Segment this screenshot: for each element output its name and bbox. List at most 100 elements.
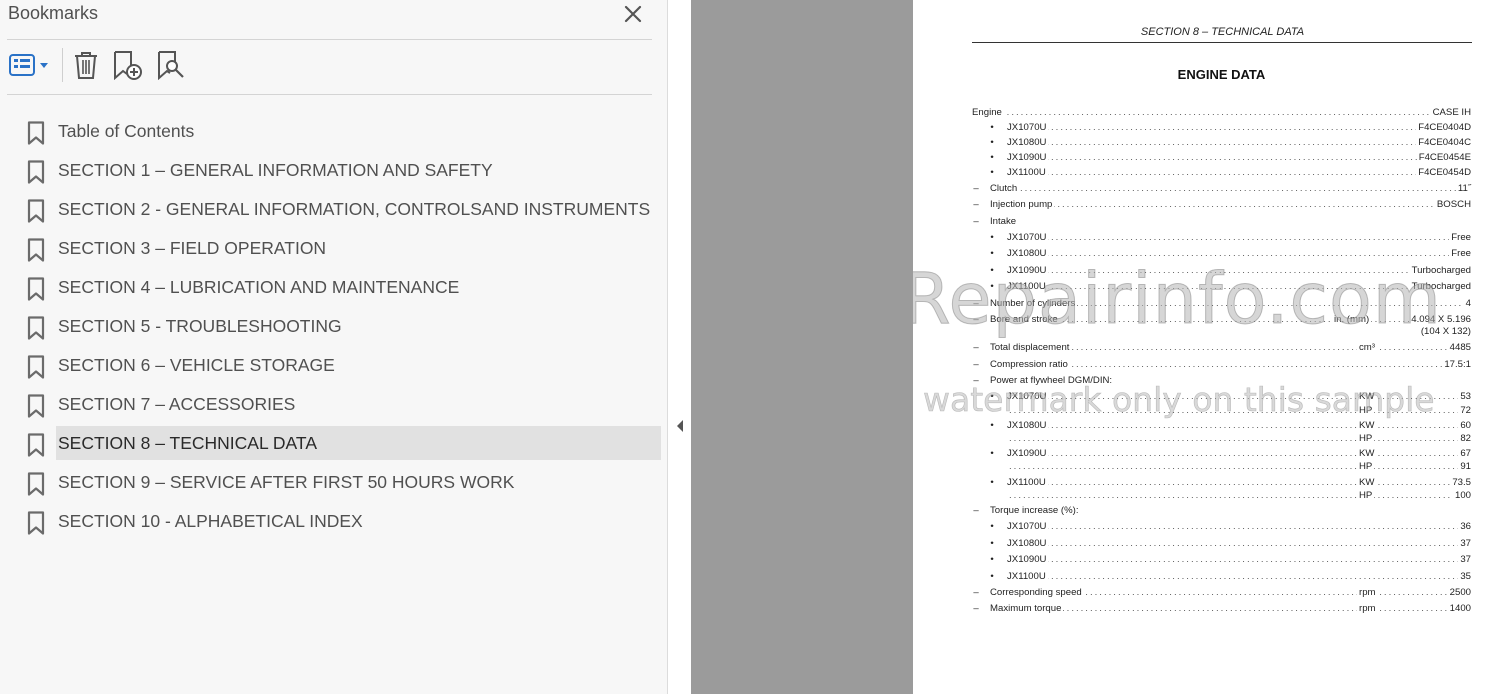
row-label: JX1100U (1007, 477, 1048, 489)
bookmark-item[interactable]: SECTION 2 - GENERAL INFORMATION, CONTROL… (0, 192, 668, 228)
row-marker: – (973, 505, 979, 516)
find-current-bookmark-button[interactable] (156, 50, 188, 81)
row-value: BOSCH (1434, 199, 1471, 211)
bookmark-item[interactable]: Table of Contents (0, 114, 668, 150)
bookmark-icon (27, 433, 45, 457)
data-row: •.......................................… (913, 137, 1508, 151)
row-marker: • (990, 167, 994, 178)
row-value: 36 (1458, 521, 1471, 533)
data-row: –.......................................… (913, 359, 1508, 373)
dot-leader: ........................................… (1009, 448, 1471, 459)
bookmark-label: SECTION 2 - GENERAL INFORMATION, CONTROL… (58, 199, 651, 219)
row-marker: • (990, 521, 994, 532)
row-value: 17.5:1 (1442, 359, 1471, 371)
bookmark-item[interactable]: SECTION 9 – SERVICE AFTER FIRST 50 HOURS… (0, 465, 668, 501)
row-label: Compression ratio (990, 359, 1070, 371)
add-bookmark-icon (114, 51, 142, 81)
bookmark-icon (27, 394, 45, 418)
data-row: •.......................................… (913, 167, 1508, 181)
row-unit: rpm (1357, 603, 1378, 615)
bookmark-item[interactable]: SECTION 1 – GENERAL INFORMATION AND SAFE… (0, 153, 668, 189)
options-menu-button[interactable] (8, 50, 52, 80)
row-value: F4CE0404C (1416, 137, 1471, 149)
row-label: JX1070U (1007, 232, 1049, 244)
bookmark-label: SECTION 7 – ACCESSORIES (58, 394, 296, 414)
dot-leader: ........................................… (992, 603, 1471, 614)
data-row: –.......................................… (913, 603, 1508, 617)
row-marker: – (973, 603, 979, 614)
row-value: 35 (1458, 571, 1471, 583)
row-label: Maximum torque (990, 603, 1064, 615)
row-value: 72 (1458, 405, 1471, 417)
bookmark-label: SECTION 8 – TECHNICAL DATA (58, 433, 317, 453)
row-value: 82 (1458, 433, 1471, 445)
data-row: •.......................................… (913, 152, 1508, 166)
dot-leader: ........................................… (1009, 167, 1471, 178)
data-row: •.......................................… (913, 521, 1508, 535)
data-row: – Intake (913, 216, 1508, 230)
panel-splitter[interactable] (669, 0, 691, 694)
data-row: –.......................................… (913, 183, 1508, 197)
data-row: –.......................................… (913, 587, 1508, 601)
bookmark-item[interactable]: SECTION 10 - ALPHABETICAL INDEX (0, 504, 668, 540)
bookmark-icon (27, 472, 45, 496)
row-label: Total displacement (990, 342, 1072, 354)
collapse-panel-button[interactable] (675, 418, 685, 439)
data-row: ........................................… (913, 433, 1508, 447)
page-title: ENGINE DATA (1177, 67, 1266, 82)
panel-title: Bookmarks (8, 3, 99, 23)
row-value: 37 (1458, 554, 1471, 566)
new-bookmark-button[interactable] (112, 50, 144, 81)
close-icon (624, 5, 642, 23)
row-unit: HP (1357, 461, 1375, 473)
bookmark-icon (27, 238, 45, 262)
dot-leader: ........................................… (974, 107, 1471, 118)
row-label: JX1070U (1007, 521, 1049, 533)
row-marker: – (973, 342, 979, 353)
bookmark-icon (27, 199, 45, 223)
data-row: – Torque increase (%): (913, 505, 1508, 519)
row-marker: • (990, 554, 994, 565)
row-marker: • (990, 137, 994, 148)
dot-leader: ........................................… (1009, 521, 1471, 532)
bookmark-item[interactable]: SECTION 7 – ACCESSORIES (0, 387, 668, 423)
bookmark-item[interactable]: SECTION 3 – FIELD OPERATION (0, 231, 668, 267)
bookmark-item[interactable]: SECTION 5 - TROUBLESHOOTING (0, 309, 668, 345)
row-marker: – (973, 587, 979, 598)
data-row: ........................................… (913, 490, 1508, 504)
row-value: F4CE0454D (1416, 167, 1471, 179)
data-row: –.......................................… (913, 342, 1508, 356)
bookmark-item[interactable]: SECTION 6 – VEHICLE STORAGE (0, 348, 668, 384)
row-marker: • (990, 152, 994, 163)
row-value: 4485 (1447, 342, 1471, 354)
row-value: 67 (1458, 448, 1471, 460)
dot-leader: ........................................… (1009, 490, 1471, 501)
bookmark-label: SECTION 3 – FIELD OPERATION (58, 238, 327, 258)
row-marker: – (973, 183, 979, 194)
row-marker: • (990, 448, 994, 459)
dot-leader: ........................................… (1009, 122, 1471, 133)
data-row: •.......................................… (913, 554, 1508, 568)
bookmark-label: SECTION 4 – LUBRICATION AND MAINTENANCE (58, 277, 460, 297)
data-row: •.......................................… (913, 122, 1508, 136)
bookmark-item[interactable]: SECTION 4 – LUBRICATION AND MAINTENANCE (0, 270, 668, 306)
delete-bookmark-button[interactable] (72, 50, 100, 80)
row-label: JX1090U (1007, 554, 1049, 566)
row-label: JX1080U (1007, 137, 1049, 149)
chevron-left-icon (677, 420, 683, 432)
row-value: 2500 (1447, 587, 1471, 599)
watermark: eRepairinfo.com (913, 258, 1442, 341)
row-marker: – (973, 216, 979, 227)
bookmark-item[interactable]: SECTION 8 – TECHNICAL DATA (0, 426, 668, 462)
row-value: 37 (1458, 538, 1471, 550)
row-unit: KW (1357, 448, 1377, 460)
row-label: JX1080U (1007, 538, 1049, 550)
close-panel-button[interactable] (622, 0, 644, 26)
dot-leader: ........................................… (1009, 477, 1471, 488)
row-unit: cm³ (1357, 342, 1377, 354)
bookmark-label: SECTION 10 - ALPHABETICAL INDEX (58, 511, 363, 531)
bookmark-icon (27, 511, 45, 535)
row-label: JX1090U (1007, 152, 1049, 164)
toolbar-divider (62, 48, 63, 82)
bookmark-label: SECTION 9 – SERVICE AFTER FIRST 50 HOURS… (58, 472, 515, 492)
